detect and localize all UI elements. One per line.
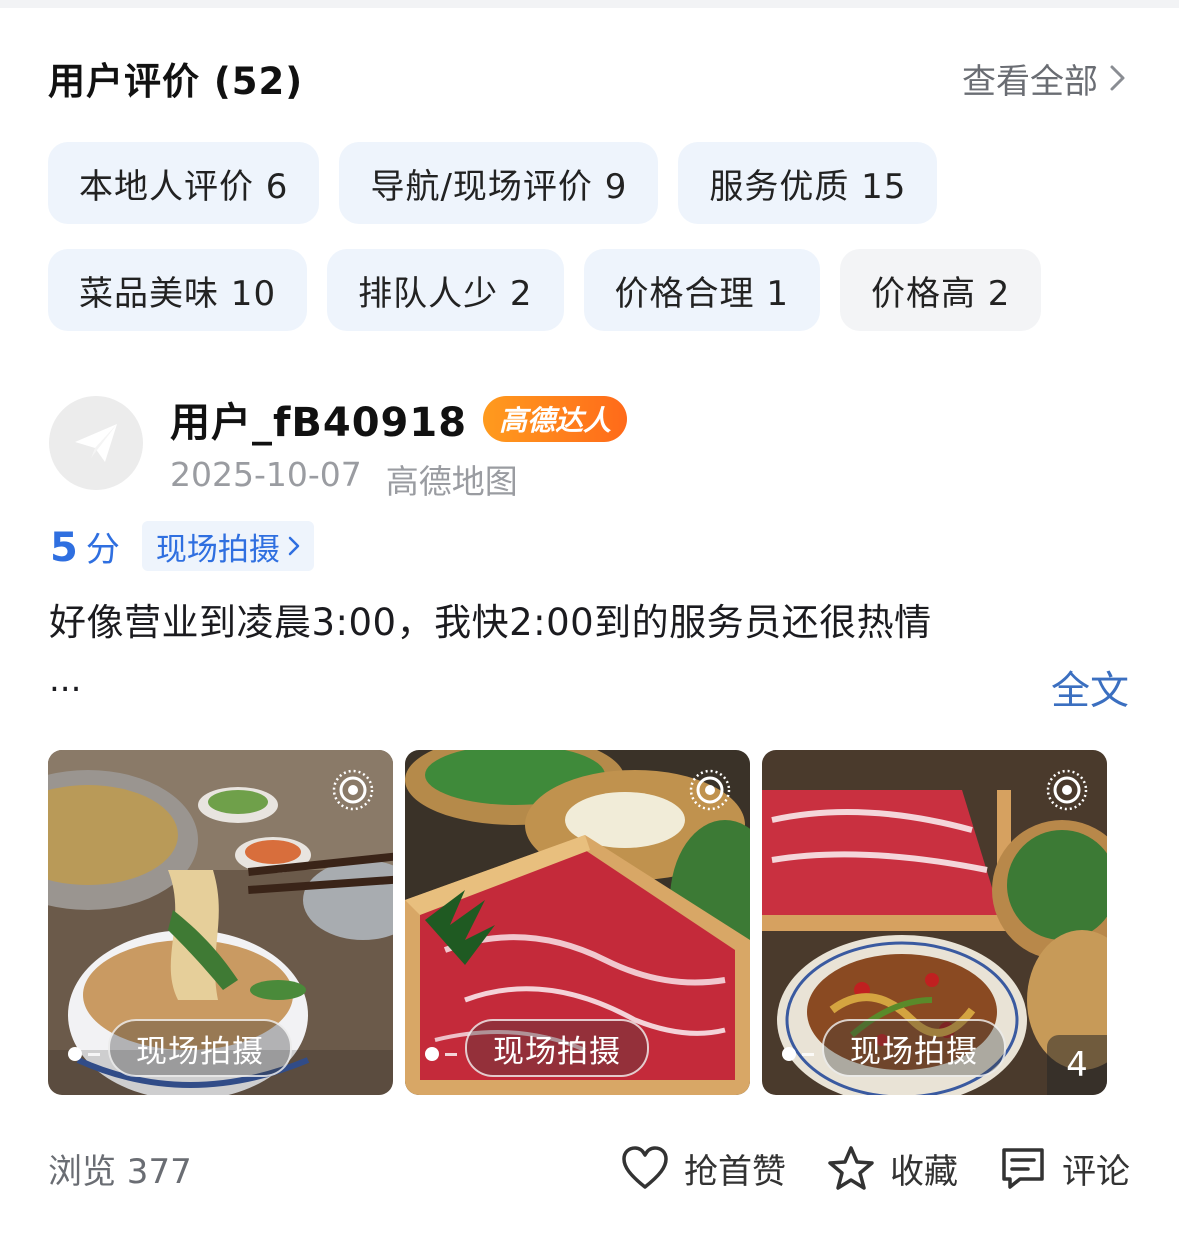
onsite-photo-label: 现场拍摄 bbox=[822, 1019, 1006, 1077]
live-photo-icon bbox=[1046, 769, 1088, 811]
tag-good-service[interactable]: 服务优质 15 bbox=[678, 142, 938, 224]
top-divider bbox=[0, 0, 1179, 8]
tag-row-1: 本地人评价 6 导航/现场评价 9 服务优质 15 bbox=[48, 142, 1138, 224]
review-photos: 现场拍摄 现场拍摄 现场拍摄 4 bbox=[48, 750, 1108, 1095]
review-date: 2025-10-07 bbox=[170, 455, 362, 494]
comment-label: 评论 bbox=[1062, 1151, 1130, 1192]
view-count: 浏览 377 bbox=[48, 1151, 192, 1192]
live-photo-icon bbox=[332, 769, 374, 811]
chevron-right-icon bbox=[288, 536, 300, 556]
tag-fair-price[interactable]: 价格合理 1 bbox=[583, 249, 820, 331]
username[interactable]: 用户_fB40918 bbox=[170, 390, 467, 448]
review-text: 好像营业到凌晨3:00，我快2:00到的服务员还很热情 bbox=[49, 601, 932, 644]
tag-short-queue[interactable]: 排队人少 2 bbox=[327, 249, 564, 331]
like-button[interactable]: 抢首赞 bbox=[620, 1144, 786, 1193]
favorite-label: 收藏 bbox=[890, 1151, 958, 1192]
progress-dash bbox=[802, 1053, 814, 1056]
tag-row-2: 菜品美味 10 排队人少 2 价格合理 1 价格高 2 bbox=[48, 249, 1138, 331]
review-photo[interactable]: 现场拍摄 bbox=[405, 750, 750, 1095]
review-tags: 本地人评价 6 导航/现场评价 9 服务优质 15 菜品美味 10 排队人少 2… bbox=[48, 142, 1138, 356]
progress-dash bbox=[88, 1053, 100, 1056]
score-line: 5 分 现场拍摄 bbox=[50, 520, 314, 572]
onsite-photo-label: 现场拍摄 bbox=[108, 1019, 292, 1077]
review-photo[interactable]: 现场拍摄 bbox=[48, 750, 393, 1095]
paper-plane-icon bbox=[75, 424, 117, 462]
tag-local-review[interactable]: 本地人评价 6 bbox=[48, 142, 320, 224]
expert-badge: 高德达人 bbox=[483, 396, 628, 442]
progress-dot bbox=[425, 1047, 439, 1061]
heart-icon bbox=[622, 1146, 668, 1189]
tag-navigation-review[interactable]: 导航/现场评价 9 bbox=[339, 142, 659, 224]
progress-dot bbox=[68, 1047, 82, 1061]
view-all-label: 查看全部 bbox=[962, 61, 1098, 102]
tag-tasty-dishes[interactable]: 菜品美味 10 bbox=[48, 249, 308, 331]
comment-button[interactable]: 评论 bbox=[998, 1144, 1130, 1193]
score-unit: 分 bbox=[85, 529, 120, 570]
comment-icon bbox=[1002, 1148, 1044, 1189]
review-ellipsis: ... bbox=[49, 660, 82, 700]
photo-count-badge: 4 bbox=[1047, 1035, 1107, 1095]
favorite-button[interactable]: 收藏 bbox=[826, 1144, 958, 1193]
reviews-header: 用户评价 (52) 查看全部 bbox=[48, 50, 1130, 106]
full-text-link[interactable]: 全文 bbox=[1051, 660, 1129, 716]
review-score: 5 分 bbox=[50, 522, 120, 571]
view-all-link[interactable]: 查看全部 bbox=[962, 54, 1130, 103]
onsite-link-label: 现场拍摄 bbox=[155, 531, 280, 568]
chevron-right-icon bbox=[1110, 65, 1125, 91]
live-photo-icon bbox=[689, 769, 731, 811]
like-label: 抢首赞 bbox=[684, 1151, 786, 1192]
progress-dot bbox=[782, 1047, 796, 1061]
reviews-title: 用户评价 (52) bbox=[48, 60, 304, 103]
star-icon bbox=[828, 1146, 874, 1190]
score-value: 5 bbox=[50, 524, 78, 571]
onsite-photo-label: 现场拍摄 bbox=[465, 1019, 649, 1077]
review-source: 高德地图 bbox=[385, 462, 518, 501]
avatar[interactable] bbox=[49, 396, 143, 490]
review-actions: 抢首赞 收藏 评论 bbox=[620, 1144, 1130, 1193]
review-footer: 浏览 377 抢首赞 收藏 评论 bbox=[48, 1140, 1130, 1196]
progress-dash bbox=[445, 1053, 457, 1056]
review-meta: 2025-10-07 高德地图 bbox=[170, 455, 518, 503]
review-photo[interactable]: 现场拍摄 4 bbox=[762, 750, 1107, 1095]
onsite-photo-link[interactable]: 现场拍摄 bbox=[141, 521, 314, 571]
user-line: 用户_fB40918 高德达人 bbox=[170, 390, 628, 448]
tag-high-price[interactable]: 价格高 2 bbox=[839, 249, 1042, 331]
